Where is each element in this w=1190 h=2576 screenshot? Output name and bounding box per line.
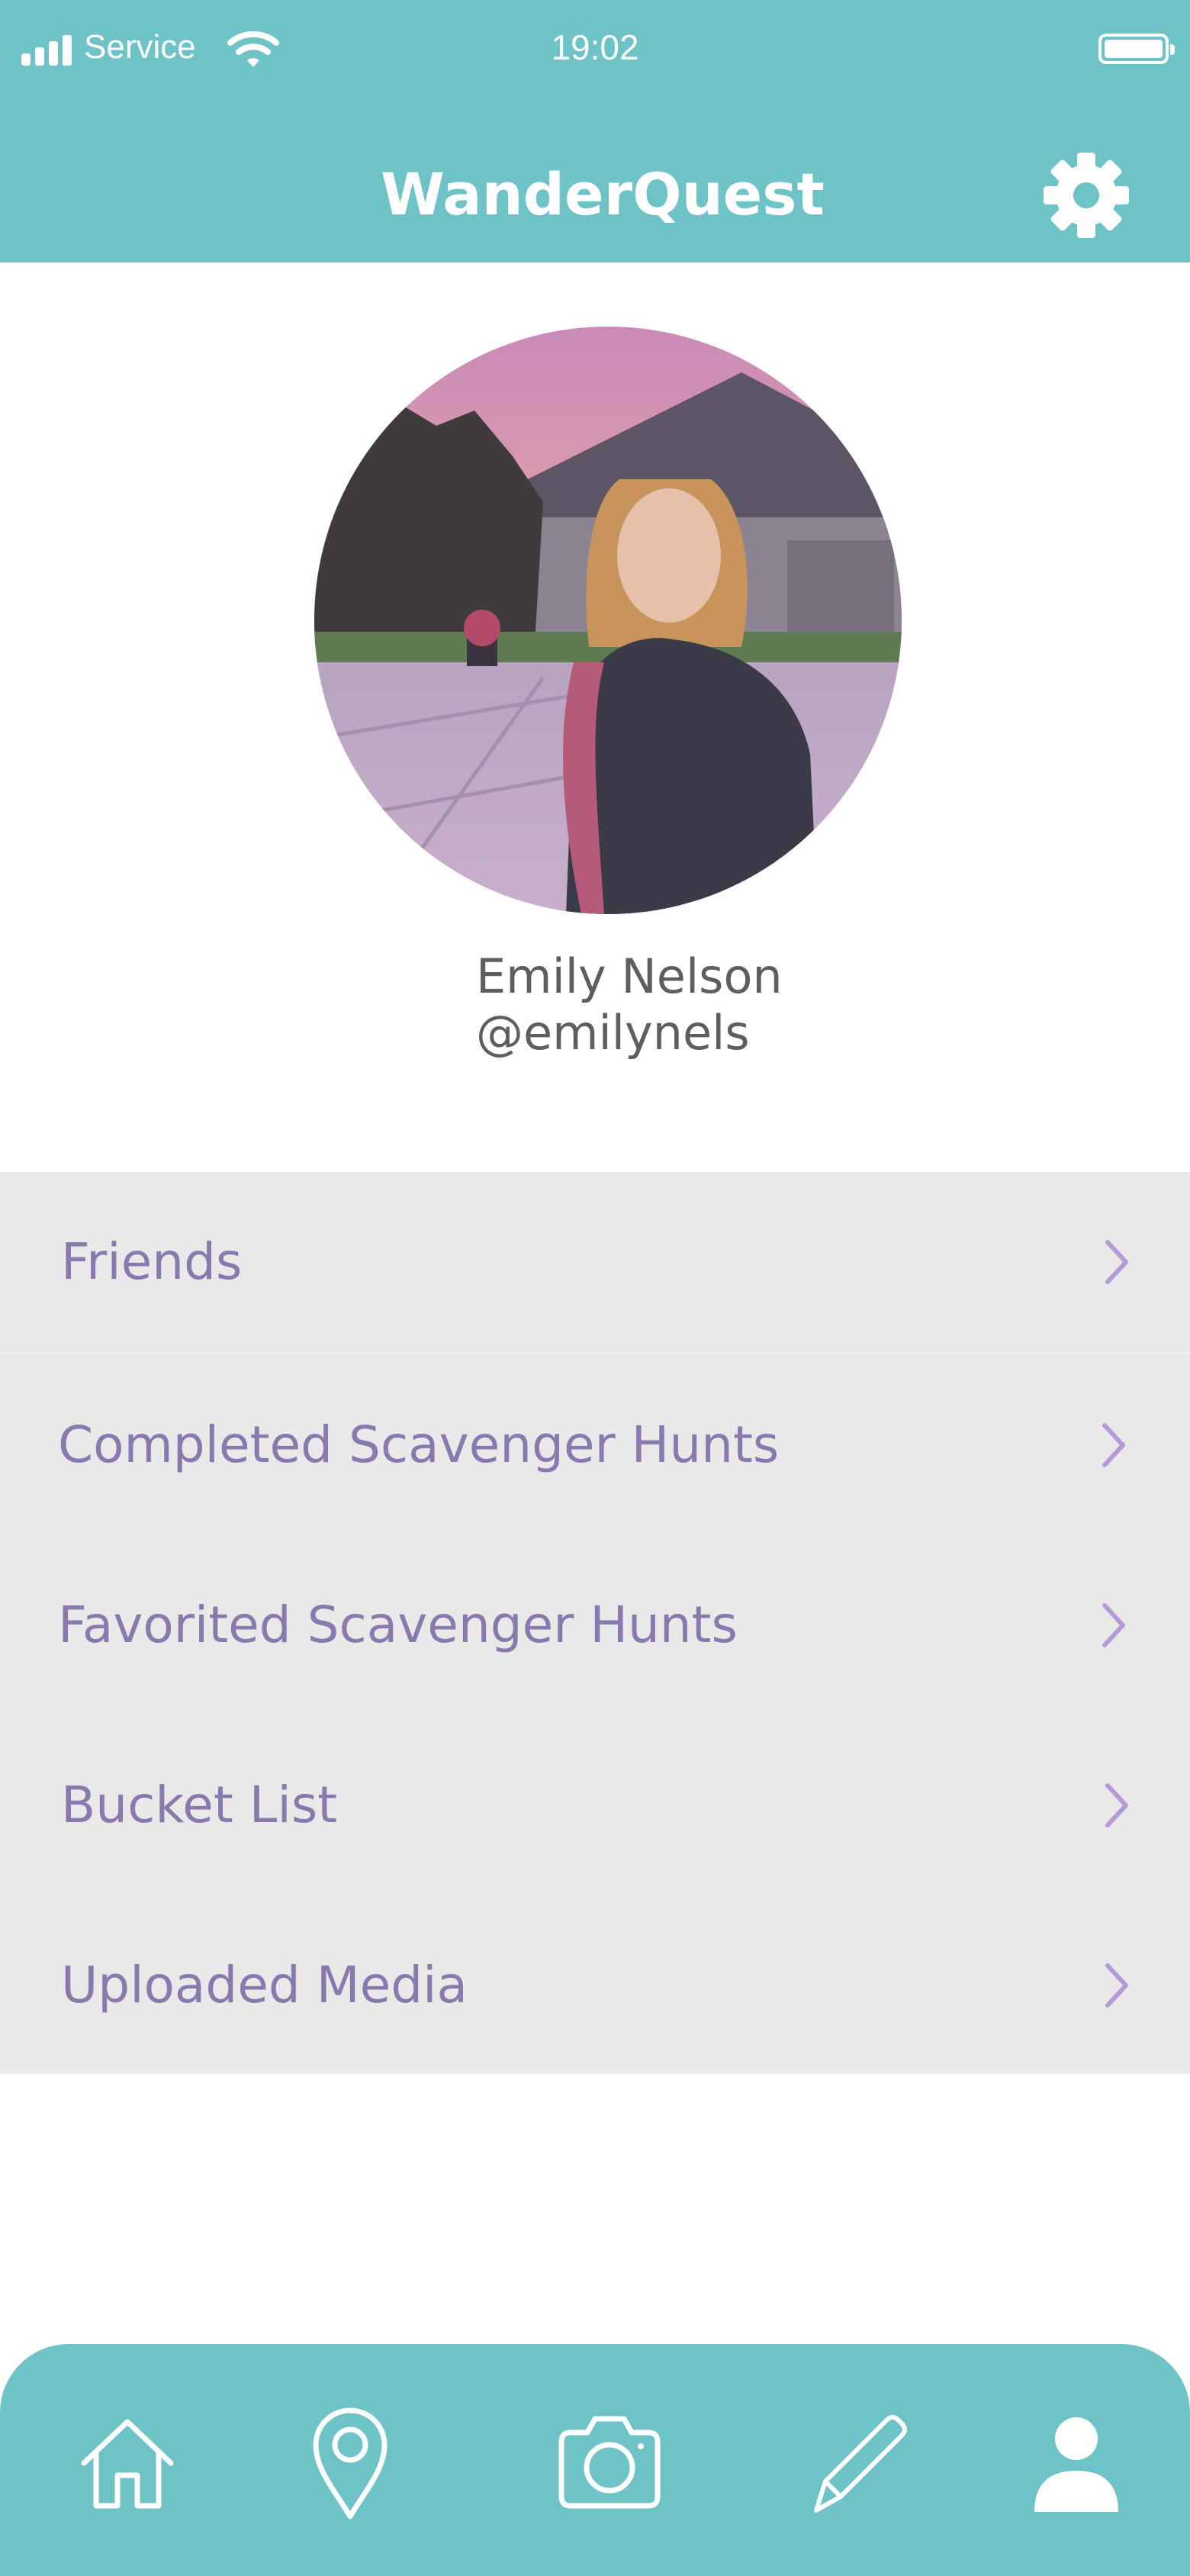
app-header: Service 19:02 WanderQuest <box>0 0 1190 262</box>
chevron-right-icon <box>1102 1423 1125 1467</box>
camera-icon[interactable] <box>552 2405 667 2520</box>
home-icon[interactable] <box>70 2405 185 2520</box>
menu-item-label: Bucket List <box>61 1776 338 1834</box>
gear-icon[interactable] <box>1040 150 1132 241</box>
profile-menu: Friends Completed Scavenger Hunts Favori… <box>0 1172 1190 2074</box>
menu-item-friends[interactable]: Friends <box>0 1172 1190 1354</box>
app-title: WanderQuest <box>381 160 825 228</box>
chevron-right-icon <box>1102 1603 1125 1647</box>
profile-icon[interactable] <box>1019 2405 1134 2520</box>
menu-item-label: Favorited Scavenger Hunts <box>58 1596 738 1654</box>
profile-name: Emily Nelson <box>476 948 783 1004</box>
map-pin-icon[interactable] <box>293 2405 407 2520</box>
menu-item-label: Completed Scavenger Hunts <box>58 1415 780 1474</box>
menu-item-uploaded-media[interactable]: Uploaded Media <box>0 1895 1190 2075</box>
status-bar: Service 19:02 <box>0 0 1190 99</box>
chevron-right-icon <box>1105 1240 1128 1284</box>
profile-avatar[interactable] <box>314 327 902 914</box>
pencil-icon[interactable] <box>799 2405 914 2520</box>
divider <box>0 1352 1190 1354</box>
battery-icon <box>1098 34 1175 64</box>
menu-item-label: Friends <box>61 1232 243 1291</box>
menu-item-bucket-list[interactable]: Bucket List <box>0 1715 1190 1895</box>
chevron-right-icon <box>1105 1963 1128 2008</box>
menu-item-favorited-hunts[interactable]: Favorited Scavenger Hunts <box>0 1535 1190 1715</box>
clock: 19:02 <box>551 27 639 67</box>
menu-item-label: Uploaded Media <box>61 1956 468 2014</box>
profile-photo <box>314 327 902 914</box>
profile-handle: @emilynels <box>476 1005 750 1061</box>
menu-item-completed-hunts[interactable]: Completed Scavenger Hunts <box>0 1355 1190 1535</box>
chevron-right-icon <box>1105 1783 1128 1827</box>
